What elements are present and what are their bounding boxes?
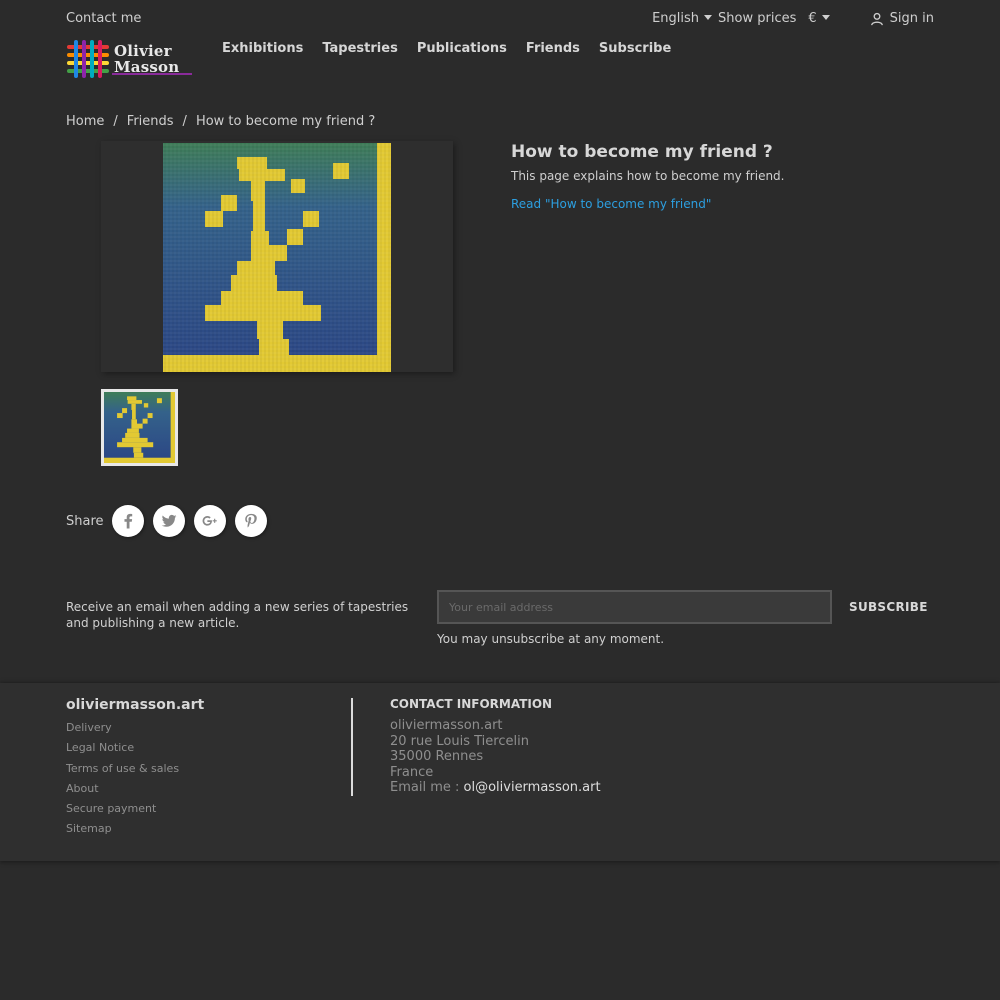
breadcrumb-current: How to become my friend ? [195,114,376,129]
top-bar: Contact me English Show prices € Sign in [66,11,934,31]
nav-exhibitions[interactable]: Exhibitions [222,41,303,56]
footer-link-sitemap[interactable]: Sitemap [66,822,112,835]
currency-selector[interactable]: € [808,11,830,26]
logo-underline [112,73,192,75]
caret-down-icon [704,15,713,20]
footer-link-about[interactable]: About [66,782,99,795]
caret-down-icon [821,15,830,20]
contact-email-link[interactable]: ol@oliviermasson.art [464,780,601,795]
breadcrumb-friends[interactable]: Friends [127,114,174,129]
currency-label: € [808,11,817,26]
contact-email-label: Email me : [390,780,460,796]
nav-friends[interactable]: Friends [526,41,580,56]
page-description: This page explains how to become my frie… [511,169,785,183]
sign-in-link[interactable]: Sign in [870,11,934,26]
share-label: Share [66,513,104,529]
twitter-icon [161,514,177,527]
tapestry-cover-image[interactable] [163,143,391,372]
logo-wordmark: Olivier Masson [114,43,179,75]
breadcrumb-home[interactable]: Home [66,114,104,129]
share-bar: Share [66,505,276,537]
footer-link-delivery[interactable]: Delivery [66,721,112,734]
contact-name: oliviermasson.art [390,718,503,733]
footer-link-terms[interactable]: Terms of use & sales [66,762,179,775]
footer-brand: oliviermasson.art [66,697,205,713]
newsletter-subscribe-button[interactable]: SUBSCRIBE [849,600,928,614]
pinterest-icon [244,513,257,528]
sign-in-label: Sign in [889,11,934,26]
nav-publications[interactable]: Publications [417,41,507,56]
breadcrumb: Home / Friends / How to become my friend… [66,114,375,129]
user-icon [870,12,883,25]
share-pinterest-button[interactable] [234,505,267,537]
contact-info: oliviermasson.art 20 rue Louis Tiercelin… [390,718,601,796]
logo-line-1: Olivier [114,42,172,60]
contact-info-title: CONTACT INFORMATION [390,697,553,711]
language-label: English [652,11,700,26]
newsletter-email-input[interactable] [437,590,832,624]
cover-image-frame [101,141,453,372]
site-footer: oliviermasson.art Delivery Legal Notice … [0,683,1000,861]
nav-subscribe[interactable]: Subscribe [599,41,671,56]
breadcrumb-separator: / [113,114,118,129]
woven-knot-logo-icon [67,40,109,78]
top-bar-right: English Show prices € Sign in [652,11,934,26]
footer-links: Delivery Legal Notice Terms of use & sal… [66,721,179,843]
contact-address-street: 20 rue Louis Tiercelin [390,733,529,749]
newsletter-description: Receive an email when adding a new serie… [66,600,409,630]
newsletter-unsubscribe-note: You may unsubscribe at any moment. [437,632,665,646]
show-prices-link[interactable]: Show prices [718,11,796,26]
footer-link-legal-notice[interactable]: Legal Notice [66,741,134,754]
main-nav: Exhibitions Tapestries Publications Frie… [222,41,671,56]
google-plus-icon [202,516,217,526]
share-google-plus-button[interactable] [193,505,226,537]
breadcrumb-separator: / [182,114,187,129]
cover-thumbnail[interactable] [101,389,178,466]
share-twitter-button[interactable] [152,505,185,537]
contact-link[interactable]: Contact me [66,11,141,26]
nav-tapestries[interactable]: Tapestries [322,41,397,56]
share-facebook-button[interactable] [111,505,144,537]
footer-link-secure-payment[interactable]: Secure payment [66,802,156,815]
contact-country: France [390,764,434,780]
language-selector[interactable]: English [652,11,713,26]
read-article-link[interactable]: Read "How to become my friend" [511,197,711,211]
facebook-icon [123,513,132,529]
site-logo[interactable]: Olivier Masson [66,38,194,80]
footer-divider [351,698,353,796]
contact-address-city: 35000 Rennes [390,749,484,765]
tapestry-thumbnail-image [104,392,175,463]
page-title: How to become my friend ? [511,142,773,162]
contact-email-row: Email me : ol@oliviermasson.art [390,780,601,796]
